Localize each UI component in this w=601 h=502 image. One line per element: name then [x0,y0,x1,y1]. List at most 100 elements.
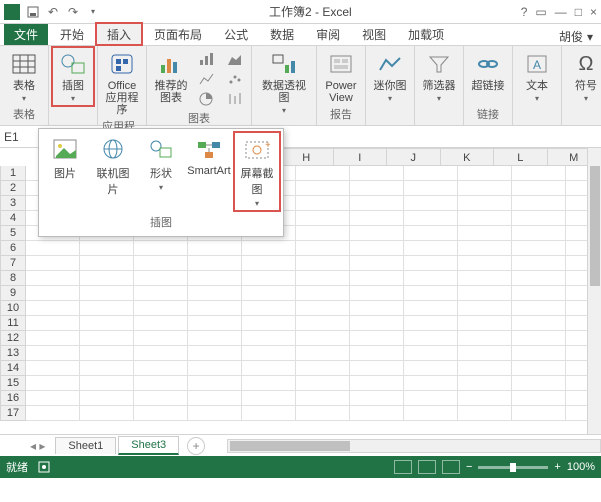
cell[interactable] [350,196,404,211]
zoom-slider[interactable] [478,466,548,469]
office-apps-button[interactable]: Office 应用程序 [102,48,142,118]
cell[interactable] [296,301,350,316]
cell[interactable] [296,391,350,406]
cell[interactable] [350,211,404,226]
zoom-level[interactable]: 100% [567,461,595,473]
cell[interactable] [404,406,458,421]
cell[interactable] [188,271,242,286]
cell[interactable] [134,241,188,256]
zoom-thumb[interactable] [510,463,516,472]
cell[interactable] [512,241,566,256]
cell[interactable] [242,316,296,331]
cell[interactable] [404,166,458,181]
row-header[interactable]: 3 [0,196,26,211]
cell[interactable] [80,361,134,376]
tab-file[interactable]: 文件 [4,24,48,45]
cell[interactable] [512,256,566,271]
sparklines-button[interactable]: 迷你图 ▾ [370,48,410,105]
scatter-chart-icon[interactable] [225,70,245,88]
scroll-thumb[interactable] [230,441,350,451]
cell[interactable] [512,376,566,391]
cell[interactable] [134,346,188,361]
cell[interactable] [80,301,134,316]
cell[interactable] [458,331,512,346]
tab-data[interactable]: 数据 [260,24,304,45]
cell[interactable] [242,286,296,301]
cell[interactable] [350,226,404,241]
cell[interactable] [458,316,512,331]
row-header[interactable]: 7 [0,256,26,271]
row-header[interactable]: 17 [0,406,26,421]
cell[interactable] [296,166,350,181]
normal-view-icon[interactable] [394,460,412,474]
cell[interactable] [296,181,350,196]
help-icon[interactable]: ? [521,5,528,19]
cell[interactable] [80,331,134,346]
cell[interactable] [458,391,512,406]
cell[interactable] [512,391,566,406]
row-header[interactable]: 11 [0,316,26,331]
row-header[interactable]: 12 [0,331,26,346]
cell[interactable] [296,226,350,241]
row-header[interactable]: 16 [0,391,26,406]
cell[interactable] [458,241,512,256]
tab-home[interactable]: 开始 [50,24,94,45]
column-header[interactable]: J [387,148,441,166]
cell[interactable] [458,406,512,421]
cell[interactable] [350,376,404,391]
cell[interactable] [404,241,458,256]
user-area[interactable]: 胡俊 ▾ [559,28,601,45]
cell[interactable] [80,271,134,286]
cell[interactable] [350,316,404,331]
cell[interactable] [404,256,458,271]
cell[interactable] [458,346,512,361]
cell[interactable] [404,211,458,226]
cell[interactable] [296,241,350,256]
cell[interactable] [512,166,566,181]
cell[interactable] [188,331,242,346]
cell[interactable] [404,376,458,391]
cell[interactable] [26,361,80,376]
minimize-icon[interactable]: — [555,5,567,19]
cell[interactable] [242,271,296,286]
cell[interactable] [188,316,242,331]
cell[interactable] [404,316,458,331]
cell[interactable] [404,331,458,346]
cell[interactable] [80,241,134,256]
cell[interactable] [242,346,296,361]
page-break-view-icon[interactable] [442,460,460,474]
cell[interactable] [350,391,404,406]
cell[interactable] [458,181,512,196]
cell[interactable] [458,211,512,226]
cell[interactable] [26,376,80,391]
cell[interactable] [296,286,350,301]
cell[interactable] [458,196,512,211]
cell[interactable] [134,406,188,421]
zoom-in-icon[interactable]: + [554,461,560,473]
pictures-button[interactable]: 图片 [43,133,87,210]
cell[interactable] [512,301,566,316]
column-header[interactable]: L [494,148,548,166]
cell[interactable] [80,316,134,331]
cell[interactable] [404,391,458,406]
maximize-icon[interactable]: □ [575,5,582,19]
cell[interactable] [350,286,404,301]
row-header[interactable]: 15 [0,376,26,391]
cell[interactable] [404,346,458,361]
recommended-charts-button[interactable]: 推荐的 图表 [151,48,191,106]
column-header[interactable]: K [441,148,495,166]
cell[interactable] [296,331,350,346]
tab-review[interactable]: 审阅 [306,24,350,45]
cell[interactable] [26,346,80,361]
row-header[interactable]: 14 [0,361,26,376]
cell[interactable] [512,361,566,376]
cell[interactable] [296,376,350,391]
cell[interactable] [512,316,566,331]
cell[interactable] [512,331,566,346]
cell[interactable] [458,271,512,286]
cell[interactable] [350,301,404,316]
cell[interactable] [80,286,134,301]
cell[interactable] [134,301,188,316]
area-chart-icon[interactable] [225,50,245,68]
row-header[interactable]: 5 [0,226,26,241]
